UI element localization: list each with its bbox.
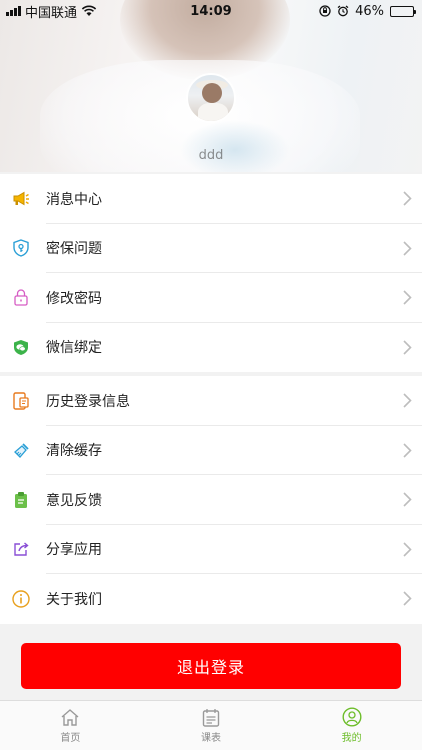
avatar[interactable] — [186, 73, 236, 123]
alarm-icon — [337, 5, 349, 17]
username: ddd — [198, 148, 224, 163]
rotation-lock-icon — [319, 5, 331, 17]
menu-item-change-password[interactable]: 修改密码 — [0, 273, 422, 323]
wechat-shield-icon — [12, 338, 30, 356]
chevron-right-icon — [392, 241, 422, 256]
menu-item-label: 清除缓存 — [46, 443, 102, 460]
home-icon — [61, 708, 79, 726]
settings-group-account: 消息中心 密保问题 修改密码 微信绑定 — [0, 174, 422, 372]
lock-icon — [12, 289, 30, 307]
logout-button[interactable]: 退出登录 — [21, 643, 401, 689]
timetable-icon — [202, 708, 220, 727]
chevron-right-icon — [392, 591, 422, 606]
tab-timetable[interactable]: 课表 — [141, 701, 282, 750]
menu-item-label: 历史登录信息 — [46, 393, 130, 410]
battery-icon — [390, 5, 416, 17]
profile-icon — [342, 707, 362, 727]
status-bar: 中国联通 14:09 46% — [0, 0, 422, 22]
profile-header-banner: ddd — [0, 0, 422, 172]
menu-item-label: 分享应用 — [46, 542, 102, 559]
info-icon — [12, 590, 30, 608]
menu-item-share-app[interactable]: 分享应用 — [0, 525, 422, 575]
menu-item-label: 关于我们 — [46, 591, 102, 608]
share-icon — [12, 540, 30, 558]
menu-item-feedback[interactable]: 意见反馈 — [0, 475, 422, 525]
menu-item-about-us[interactable]: 关于我们 — [0, 574, 422, 624]
menu-item-clear-cache[interactable]: 清除缓存 — [0, 426, 422, 476]
history-device-icon — [12, 392, 30, 410]
menu-item-label: 密保问题 — [46, 241, 102, 258]
chevron-right-icon — [392, 191, 422, 206]
tab-label: 我的 — [341, 733, 362, 744]
tab-profile[interactable]: 我的 — [281, 701, 422, 750]
menu-item-message-center[interactable]: 消息中心 — [0, 174, 422, 224]
tab-label: 课表 — [201, 732, 221, 744]
chevron-right-icon — [392, 443, 422, 458]
chevron-right-icon — [392, 492, 422, 507]
tab-label: 首页 — [60, 732, 81, 744]
menu-item-label: 意见反馈 — [46, 492, 102, 509]
chevron-right-icon — [392, 542, 422, 557]
bottom-tab-bar: 首页 课表 我的 — [0, 700, 422, 750]
menu-item-label: 修改密码 — [46, 290, 102, 307]
tab-home[interactable]: 首页 — [0, 701, 141, 750]
battery-percent: 46% — [355, 3, 384, 19]
menu-item-label: 微信绑定 — [46, 340, 102, 357]
chevron-right-icon — [392, 340, 422, 355]
menu-item-login-history[interactable]: 历史登录信息 — [0, 376, 422, 426]
menu-item-label: 消息中心 — [46, 191, 102, 208]
menu-item-wechat-binding[interactable]: 微信绑定 — [0, 323, 422, 373]
chevron-right-icon — [392, 290, 422, 305]
chevron-right-icon — [392, 393, 422, 408]
broom-icon — [12, 441, 30, 459]
menu-item-security-question[interactable]: 密保问题 — [0, 224, 422, 274]
feedback-icon — [12, 491, 30, 509]
settings-group-app: 历史登录信息 清除缓存 意见反馈 分享应用 关于我们 — [0, 376, 422, 624]
megaphone-icon — [12, 190, 30, 208]
shield-key-icon — [12, 239, 30, 257]
